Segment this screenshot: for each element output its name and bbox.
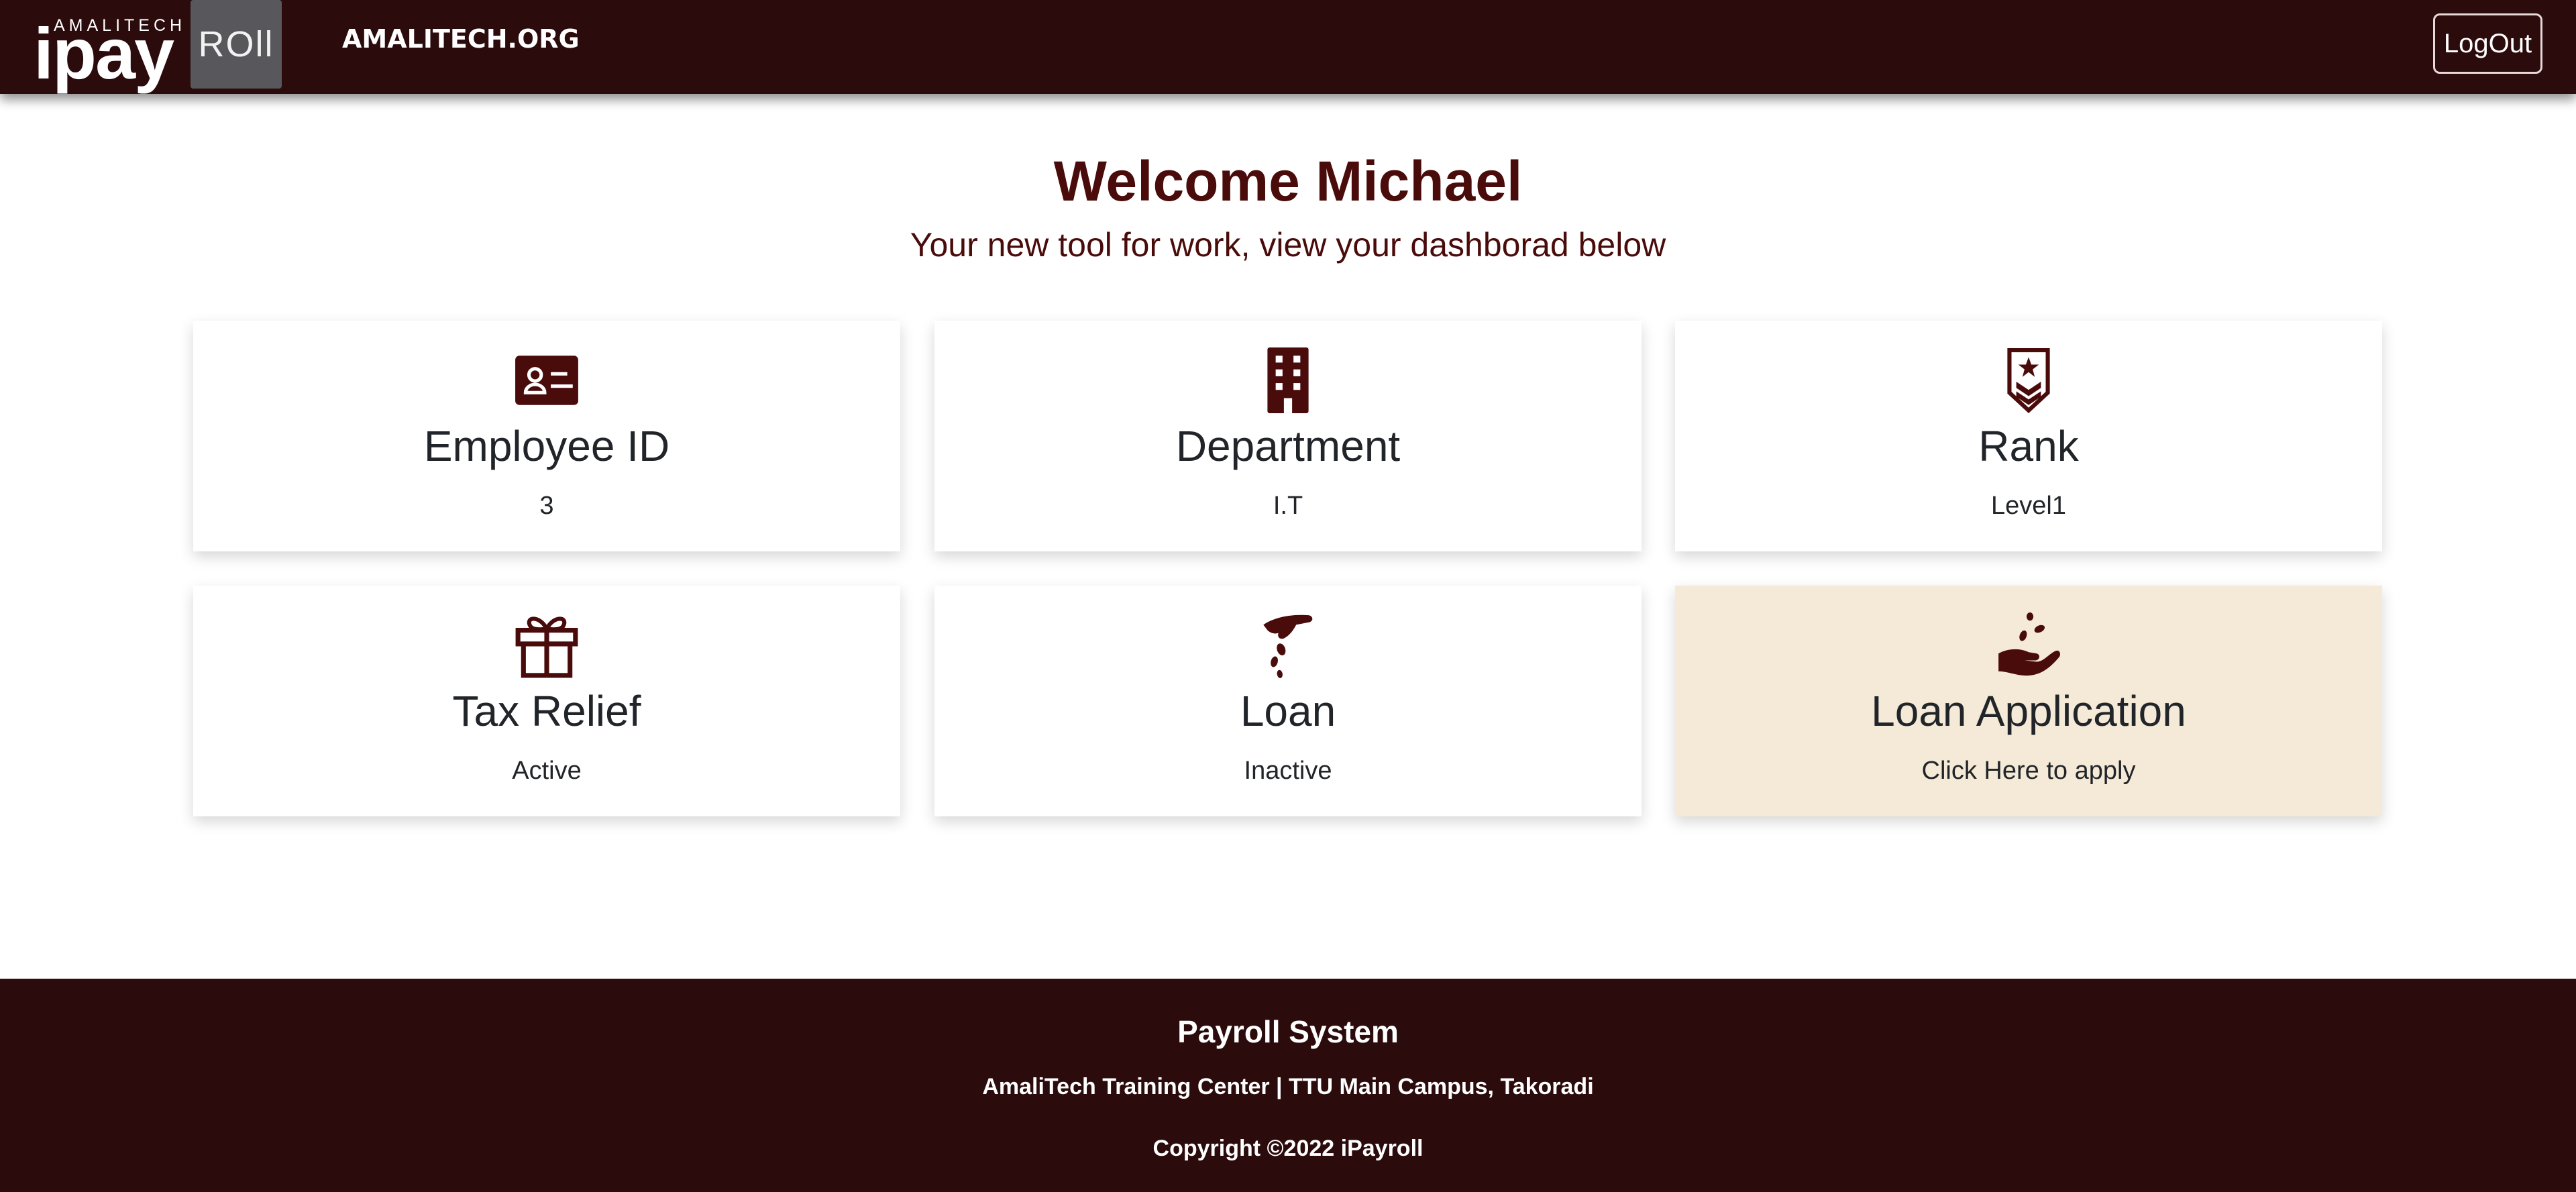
rank-badge-icon (2007, 348, 2050, 414)
seedling-hand-icon (1998, 612, 2061, 676)
footer-address: AmaliTech Training Center | TTU Main Cam… (982, 1074, 1594, 1099)
logo-ipay-text: ipay (34, 13, 174, 94)
card-title: Loan (1240, 687, 1336, 735)
id-card-icon (515, 356, 578, 405)
brand-link[interactable]: AMALITECH.ORG (342, 24, 580, 54)
card-title: Loan Application (1871, 687, 2186, 735)
card-title: Tax Relief (452, 687, 641, 735)
card-employee-id[interactable]: Employee ID 3 (193, 321, 900, 551)
card-value: Level1 (1991, 492, 2066, 520)
top-navbar: AMALITECH ipay ROll AMALITECH.ORG LogOut (0, 0, 2576, 94)
card-tax-relief[interactable]: Tax Relief Active (193, 586, 900, 816)
card-title: Employee ID (423, 422, 670, 470)
card-department[interactable]: Department I.T (934, 321, 1642, 551)
logout-button[interactable]: LogOut (2433, 13, 2542, 74)
welcome-title: Welcome Michael (1053, 150, 1523, 213)
card-title: Department (1175, 422, 1401, 470)
gift-icon (515, 616, 578, 678)
card-loan-application[interactable]: Loan Application Click Here to apply (1675, 586, 2382, 816)
card-rank[interactable]: Rank Level1 (1675, 321, 2382, 551)
card-value: Click Here to apply (1921, 757, 2136, 785)
card-loan[interactable]: Loan Inactive (934, 586, 1642, 816)
footer-copyright: Copyright ©2022 iPayroll (1152, 1136, 1424, 1161)
card-title: Rank (1978, 422, 2079, 470)
building-icon (1267, 347, 1309, 413)
footer: Payroll System AmaliTech Training Center… (0, 979, 2576, 1192)
card-value: Inactive (1244, 757, 1332, 785)
card-value: Active (512, 757, 582, 785)
welcome-subtitle: Your new tool for work, view your dashbo… (910, 226, 1666, 264)
footer-title: Payroll System (1177, 1014, 1399, 1049)
hand-coins-icon (1263, 614, 1313, 678)
logo-roll-box: ROll (191, 0, 282, 89)
card-value: I.T (1273, 492, 1303, 520)
card-value: 3 (539, 492, 554, 520)
